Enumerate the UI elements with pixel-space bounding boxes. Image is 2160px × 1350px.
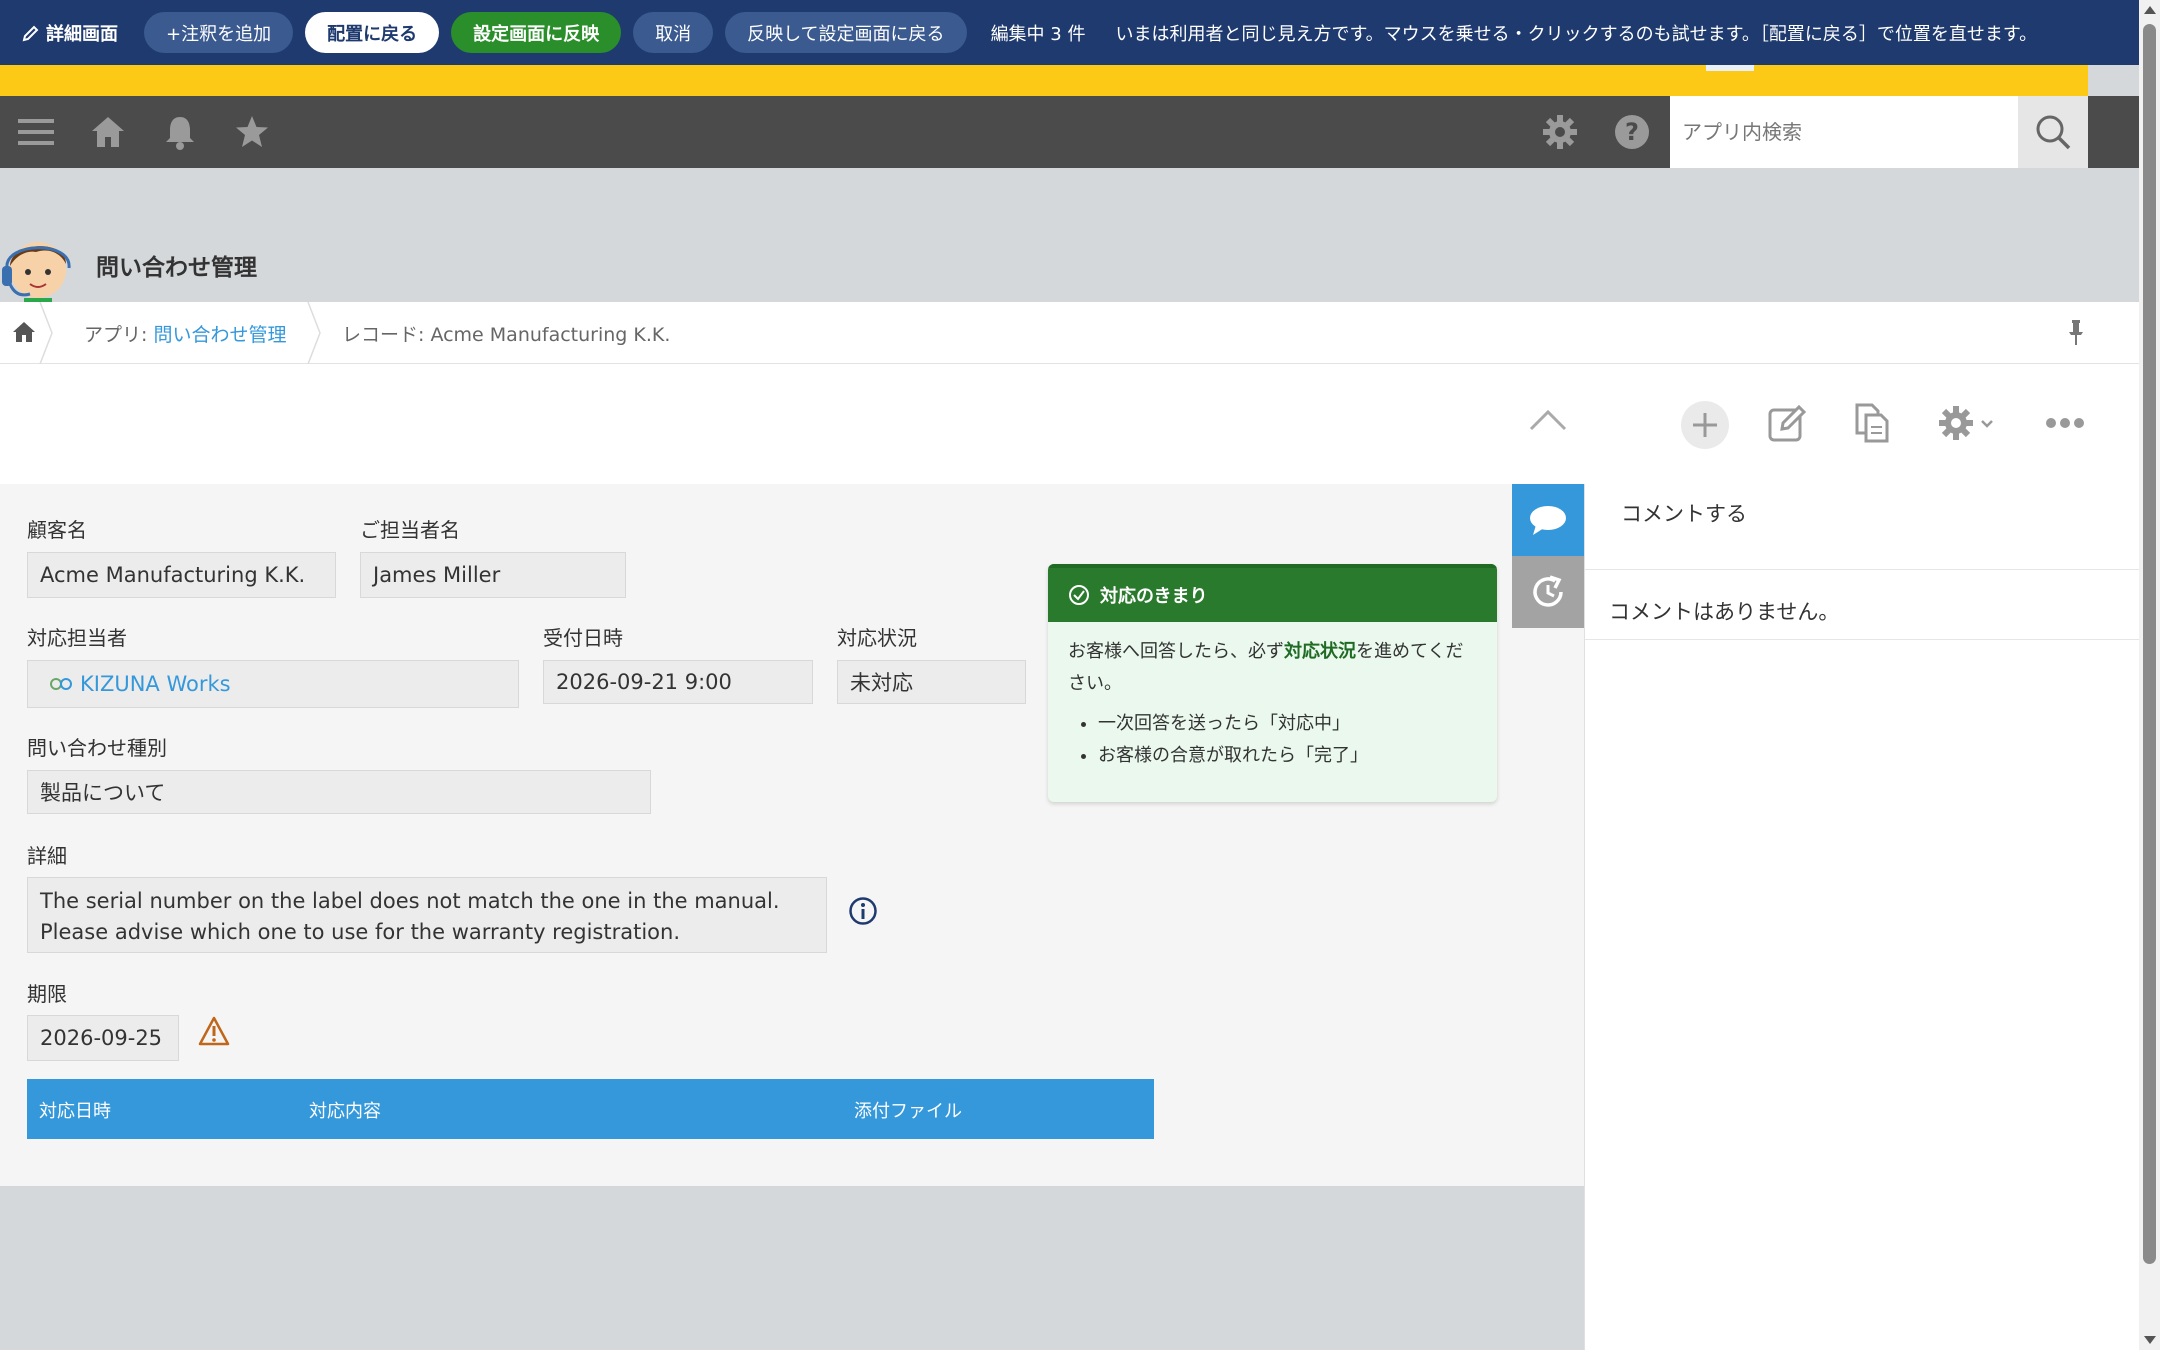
assignee-label: 対応担当者 — [27, 626, 127, 650]
history-icon — [1533, 575, 1563, 607]
side-panel-tabs — [1512, 484, 1584, 628]
edit-record-button[interactable] — [1766, 402, 1808, 444]
pencil-icon — [22, 25, 39, 41]
record-settings-button[interactable] — [1936, 402, 2002, 444]
collapse-chevron-up-icon[interactable] — [1528, 404, 1568, 434]
check-circle-icon — [1069, 585, 1089, 605]
comment-input-placeholder: コメントする — [1621, 502, 1747, 526]
warning-icon[interactable] — [198, 1016, 230, 1050]
app-search-input[interactable] — [1670, 96, 2018, 168]
duplicate-record-button[interactable] — [1852, 402, 1892, 444]
note-body: お客様へ回答したら、必ず対応状況を進めてください。 一次回答を送ったら「対応中」… — [1048, 622, 1497, 772]
apply-settings-button[interactable]: 設定画面に反映 — [451, 12, 622, 53]
add-note-button[interactable]: +注釈を追加 — [144, 12, 294, 53]
note-text: お客様へ回答したら、必ず対応状況を進めてください。 — [1068, 641, 1464, 694]
deadline-field: 2026-09-25 — [27, 1015, 179, 1061]
help-icon[interactable]: ? — [1612, 112, 1652, 152]
no-comments-text: コメントはありません。 — [1609, 600, 1840, 624]
restore-layout-button[interactable]: 配置に戻る — [305, 12, 440, 53]
detail-line-1: The serial number on the label does not … — [40, 889, 780, 913]
note-list-item: お客様の合意が取れたら「完了」 — [1098, 740, 1477, 772]
response-history-table-header: 対応日時 対応内容 添付ファイル — [27, 1079, 1154, 1139]
breadcrumb-app-prefix: アプリ: — [84, 324, 154, 346]
status-label: 対応状況 — [837, 626, 917, 650]
customer-name-label: 顧客名 — [27, 518, 87, 542]
column-header-date: 対応日時 — [39, 1101, 111, 1122]
note-list: 一次回答を送ったら「対応中」 お客様の合意が取れたら「完了」 — [1068, 708, 1477, 772]
svg-text:?: ? — [1625, 118, 1639, 146]
copy-icon — [1855, 403, 1889, 443]
divider — [1585, 639, 2140, 640]
status-field: 未対応 — [837, 660, 1026, 704]
bell-icon[interactable] — [160, 112, 200, 152]
note-header: 対応のきまり — [1048, 564, 1497, 622]
scroll-up-arrow-icon[interactable] — [2144, 6, 2156, 14]
search-tab-accent — [1670, 65, 2088, 96]
assignee-link[interactable]: KIZUNA Works — [80, 672, 231, 696]
customer-name-field: Acme Manufacturing K.K. — [27, 552, 336, 598]
pin-icon[interactable] — [2068, 320, 2084, 350]
annotation-edit-bar: 詳細画面 +注釈を追加 配置に戻る 設定画面に反映 取消 反映して設定画面に戻る… — [0, 0, 2139, 65]
tab-comments[interactable] — [1512, 484, 1584, 556]
scroll-down-arrow-icon[interactable] — [2144, 1336, 2156, 1344]
star-icon[interactable] — [232, 112, 272, 152]
guideline-note[interactable]: 対応のきまり お客様へ回答したら、必ず対応状況を進めてください。 一次回答を送っ… — [1048, 564, 1497, 802]
breadcrumb-app-link[interactable]: 問い合わせ管理 — [153, 324, 286, 346]
comments-panel: コメントする コメントはありません。 — [1584, 484, 2140, 1350]
search-icon — [2036, 115, 2071, 150]
assignee-field: KIZUNA Works — [27, 660, 519, 708]
mode-label: 詳細画面 — [46, 23, 118, 45]
search-button[interactable] — [2018, 96, 2088, 168]
scrollbar-thumb[interactable] — [2143, 24, 2156, 1264]
breadcrumb: アプリ: 問い合わせ管理 レコード: Acme Manufacturing K.… — [0, 302, 2139, 364]
more-options-icon[interactable] — [2042, 408, 2088, 438]
detail-label: 詳細 — [27, 844, 67, 868]
received-at-label: 受付日時 — [543, 626, 623, 650]
page-scrollbar[interactable] — [2139, 0, 2160, 1350]
add-record-button[interactable] — [1680, 400, 1730, 450]
cancel-button[interactable]: 取消 — [633, 12, 714, 53]
comment-input[interactable]: コメントする — [1585, 484, 2140, 570]
breadcrumb-home-icon[interactable] — [12, 320, 36, 348]
info-icon[interactable] — [848, 896, 878, 930]
app-icon — [0, 228, 76, 304]
breadcrumb-separator — [307, 302, 321, 364]
editing-count: 編集中 3 件 — [990, 23, 1086, 45]
note-title: 対応のきまり — [1100, 586, 1208, 607]
contact-name-field: James Miller — [360, 552, 626, 598]
column-header-content: 対応内容 — [309, 1101, 381, 1122]
mode-indicator: 詳細画面 — [22, 20, 118, 46]
breadcrumb-separator — [39, 302, 53, 364]
gear-icon[interactable] — [1540, 112, 1580, 152]
tab-history[interactable] — [1512, 556, 1584, 628]
edit-icon — [1768, 404, 1807, 442]
deadline-label: 期限 — [27, 982, 67, 1006]
detail-field: The serial number on the label does not … — [27, 877, 827, 953]
detail-line-2: Please advise which one to use for the w… — [40, 920, 681, 944]
note-list-item: 一次回答を送ったら「対応中」 — [1098, 708, 1477, 740]
app-search-box — [1670, 96, 2018, 168]
contact-name-label: ご担当者名 — [360, 518, 460, 542]
breadcrumb-app: アプリ: 問い合わせ管理 — [84, 320, 286, 347]
app-title: 問い合わせ管理 — [96, 255, 257, 281]
edit-hint-text: いまは利用者と同じ見え方です。マウスを乗せる・クリックするのも試せます。［配置に… — [1115, 23, 2038, 45]
column-header-attachment: 添付ファイル — [854, 1101, 962, 1122]
received-at-field: 2026-09-21 9:00 — [543, 660, 813, 704]
org-icon — [50, 678, 72, 690]
inquiry-type-label: 問い合わせ種別 — [27, 736, 167, 760]
home-icon[interactable] — [88, 112, 128, 152]
menu-icon[interactable] — [16, 112, 56, 152]
record-toolbar — [0, 364, 2139, 484]
comment-icon — [1530, 506, 1566, 535]
breadcrumb-record: レコード: Acme Manufacturing K.K. — [342, 324, 671, 346]
gear-chevron-down-icon — [1939, 406, 1993, 440]
plus-icon — [1681, 401, 1729, 449]
accent-stripe — [0, 65, 2088, 96]
apply-and-back-button[interactable]: 反映して設定画面に戻る — [725, 12, 967, 53]
inquiry-type-field: 製品について — [27, 770, 651, 814]
